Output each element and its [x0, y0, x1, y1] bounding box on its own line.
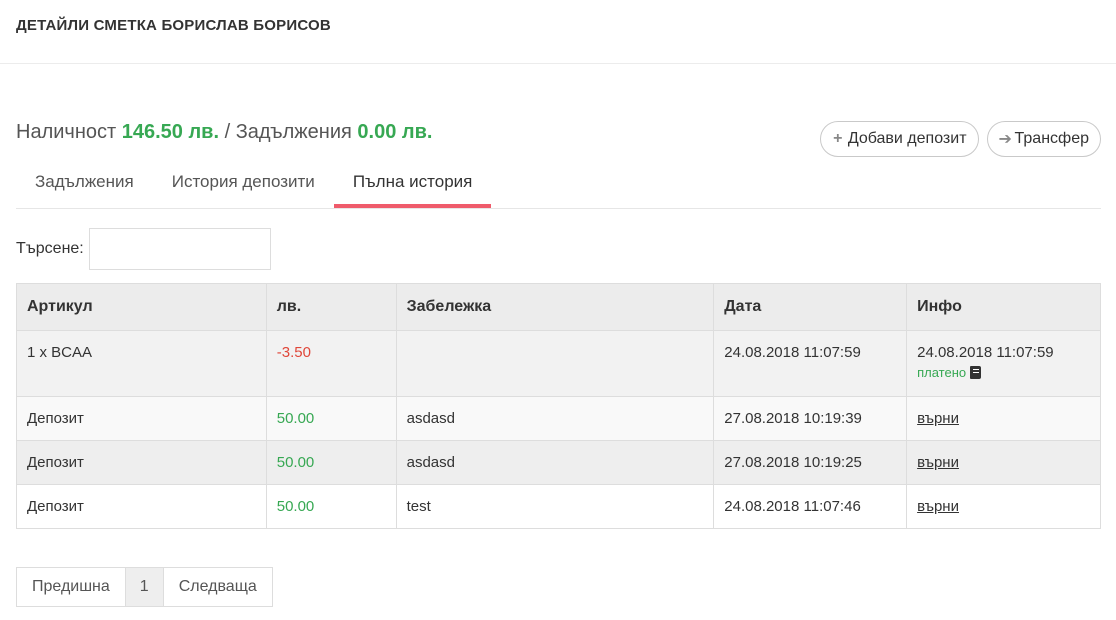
info-date: 24.08.2018 11:07:59: [917, 344, 1054, 361]
cell-note: asdasd: [395, 396, 715, 441]
history-table: Артикул лв. Забележка Дата Инфо 1 x BCAA…: [16, 283, 1101, 529]
cell-date: 27.08.2018 10:19:39: [713, 396, 908, 441]
cell-date: 27.08.2018 10:19:25: [713, 440, 908, 485]
table-row: Депозит 50.00 test 24.08.2018 11:07:46 в…: [16, 484, 1101, 529]
revert-link[interactable]: върни: [917, 498, 959, 515]
search-label: Търсене:: [16, 240, 84, 257]
cell-amount: 50.00: [265, 396, 397, 441]
column-header-info: Инфо: [906, 283, 1101, 331]
tab-debts[interactable]: Задължения: [16, 160, 153, 208]
cell-note: asdasd: [395, 440, 715, 485]
available-label: Наличност: [16, 121, 117, 143]
cell-item: Депозит: [16, 484, 267, 529]
cell-date: 24.08.2018 11:07:59: [713, 330, 908, 397]
search-input[interactable]: [88, 228, 271, 270]
pagination: Предишна 1 Следваща: [16, 567, 273, 607]
cell-info: върни: [906, 484, 1101, 529]
tab-full-history[interactable]: Пълна история: [333, 160, 492, 208]
revert-link[interactable]: върни: [917, 454, 959, 471]
page-header: ДЕТАЙЛИ СМЕТКА БОРИСЛАВ БОРИСОВ: [0, 0, 1116, 64]
arrow-right-icon: ➔: [998, 131, 1012, 148]
history-tabs: Задължения История депозити Пълна истори…: [16, 160, 1101, 209]
cell-info: върни: [906, 440, 1101, 485]
table-row: Депозит 50.00 asdasd 27.08.2018 10:19:25…: [16, 440, 1101, 485]
book-icon[interactable]: [970, 366, 982, 379]
cell-amount: 50.00: [265, 440, 397, 485]
account-actions: + Добави депозит ➔ Трансфер: [819, 121, 1101, 157]
column-header-amount: лв.: [265, 283, 397, 331]
column-header-note: Забележка: [395, 283, 715, 331]
add-deposit-label: Добави депозит: [847, 130, 967, 147]
balance-summary: Наличност 146.50 лв. / Задължения 0.00 л…: [16, 121, 432, 144]
cell-info: 24.08.2018 11:07:59 платено: [906, 330, 1101, 397]
cell-item: 1 x BCAA: [16, 330, 267, 397]
debts-label: Задължения: [235, 121, 352, 143]
paid-label: платено: [917, 365, 967, 380]
column-header-date: Дата: [713, 283, 908, 331]
paid-status: платено: [917, 365, 1090, 380]
transfer-button[interactable]: ➔ Трансфер: [986, 121, 1101, 157]
cell-amount: 50.00: [265, 484, 397, 529]
cell-item: Депозит: [16, 440, 267, 485]
transfer-label: Трансфер: [1014, 130, 1089, 147]
cell-note: test: [395, 484, 715, 529]
revert-link[interactable]: върни: [917, 410, 959, 427]
cell-info: върни: [906, 396, 1101, 441]
cell-amount: -3.50: [265, 330, 397, 397]
tab-deposit-history[interactable]: История депозити: [153, 160, 334, 208]
pagination-previous[interactable]: Предишна: [17, 568, 126, 606]
table-row: Депозит 50.00 asdasd 27.08.2018 10:19:39…: [16, 396, 1101, 441]
table-row: 1 x BCAA -3.50 24.08.2018 11:07:59 24.08…: [16, 330, 1101, 397]
add-deposit-button[interactable]: + Добави депозит: [819, 121, 979, 157]
cell-note: [395, 330, 715, 397]
pagination-next[interactable]: Следваща: [164, 568, 272, 606]
cell-item: Депозит: [16, 396, 267, 441]
plus-icon: +: [833, 130, 843, 147]
search-row: Търсене:: [16, 228, 271, 270]
page-title: ДЕТАЙЛИ СМЕТКА БОРИСЛАВ БОРИСОВ: [16, 17, 331, 34]
pagination-page-1[interactable]: 1: [125, 568, 164, 606]
cell-date: 24.08.2018 11:07:46: [713, 484, 908, 529]
table-header-row: Артикул лв. Забележка Дата Инфо: [16, 283, 1101, 331]
column-header-item: Артикул: [16, 283, 267, 331]
balance-separator: /: [224, 121, 231, 143]
available-amount: 146.50 лв.: [121, 121, 220, 143]
debts-amount: 0.00 лв.: [357, 121, 433, 143]
